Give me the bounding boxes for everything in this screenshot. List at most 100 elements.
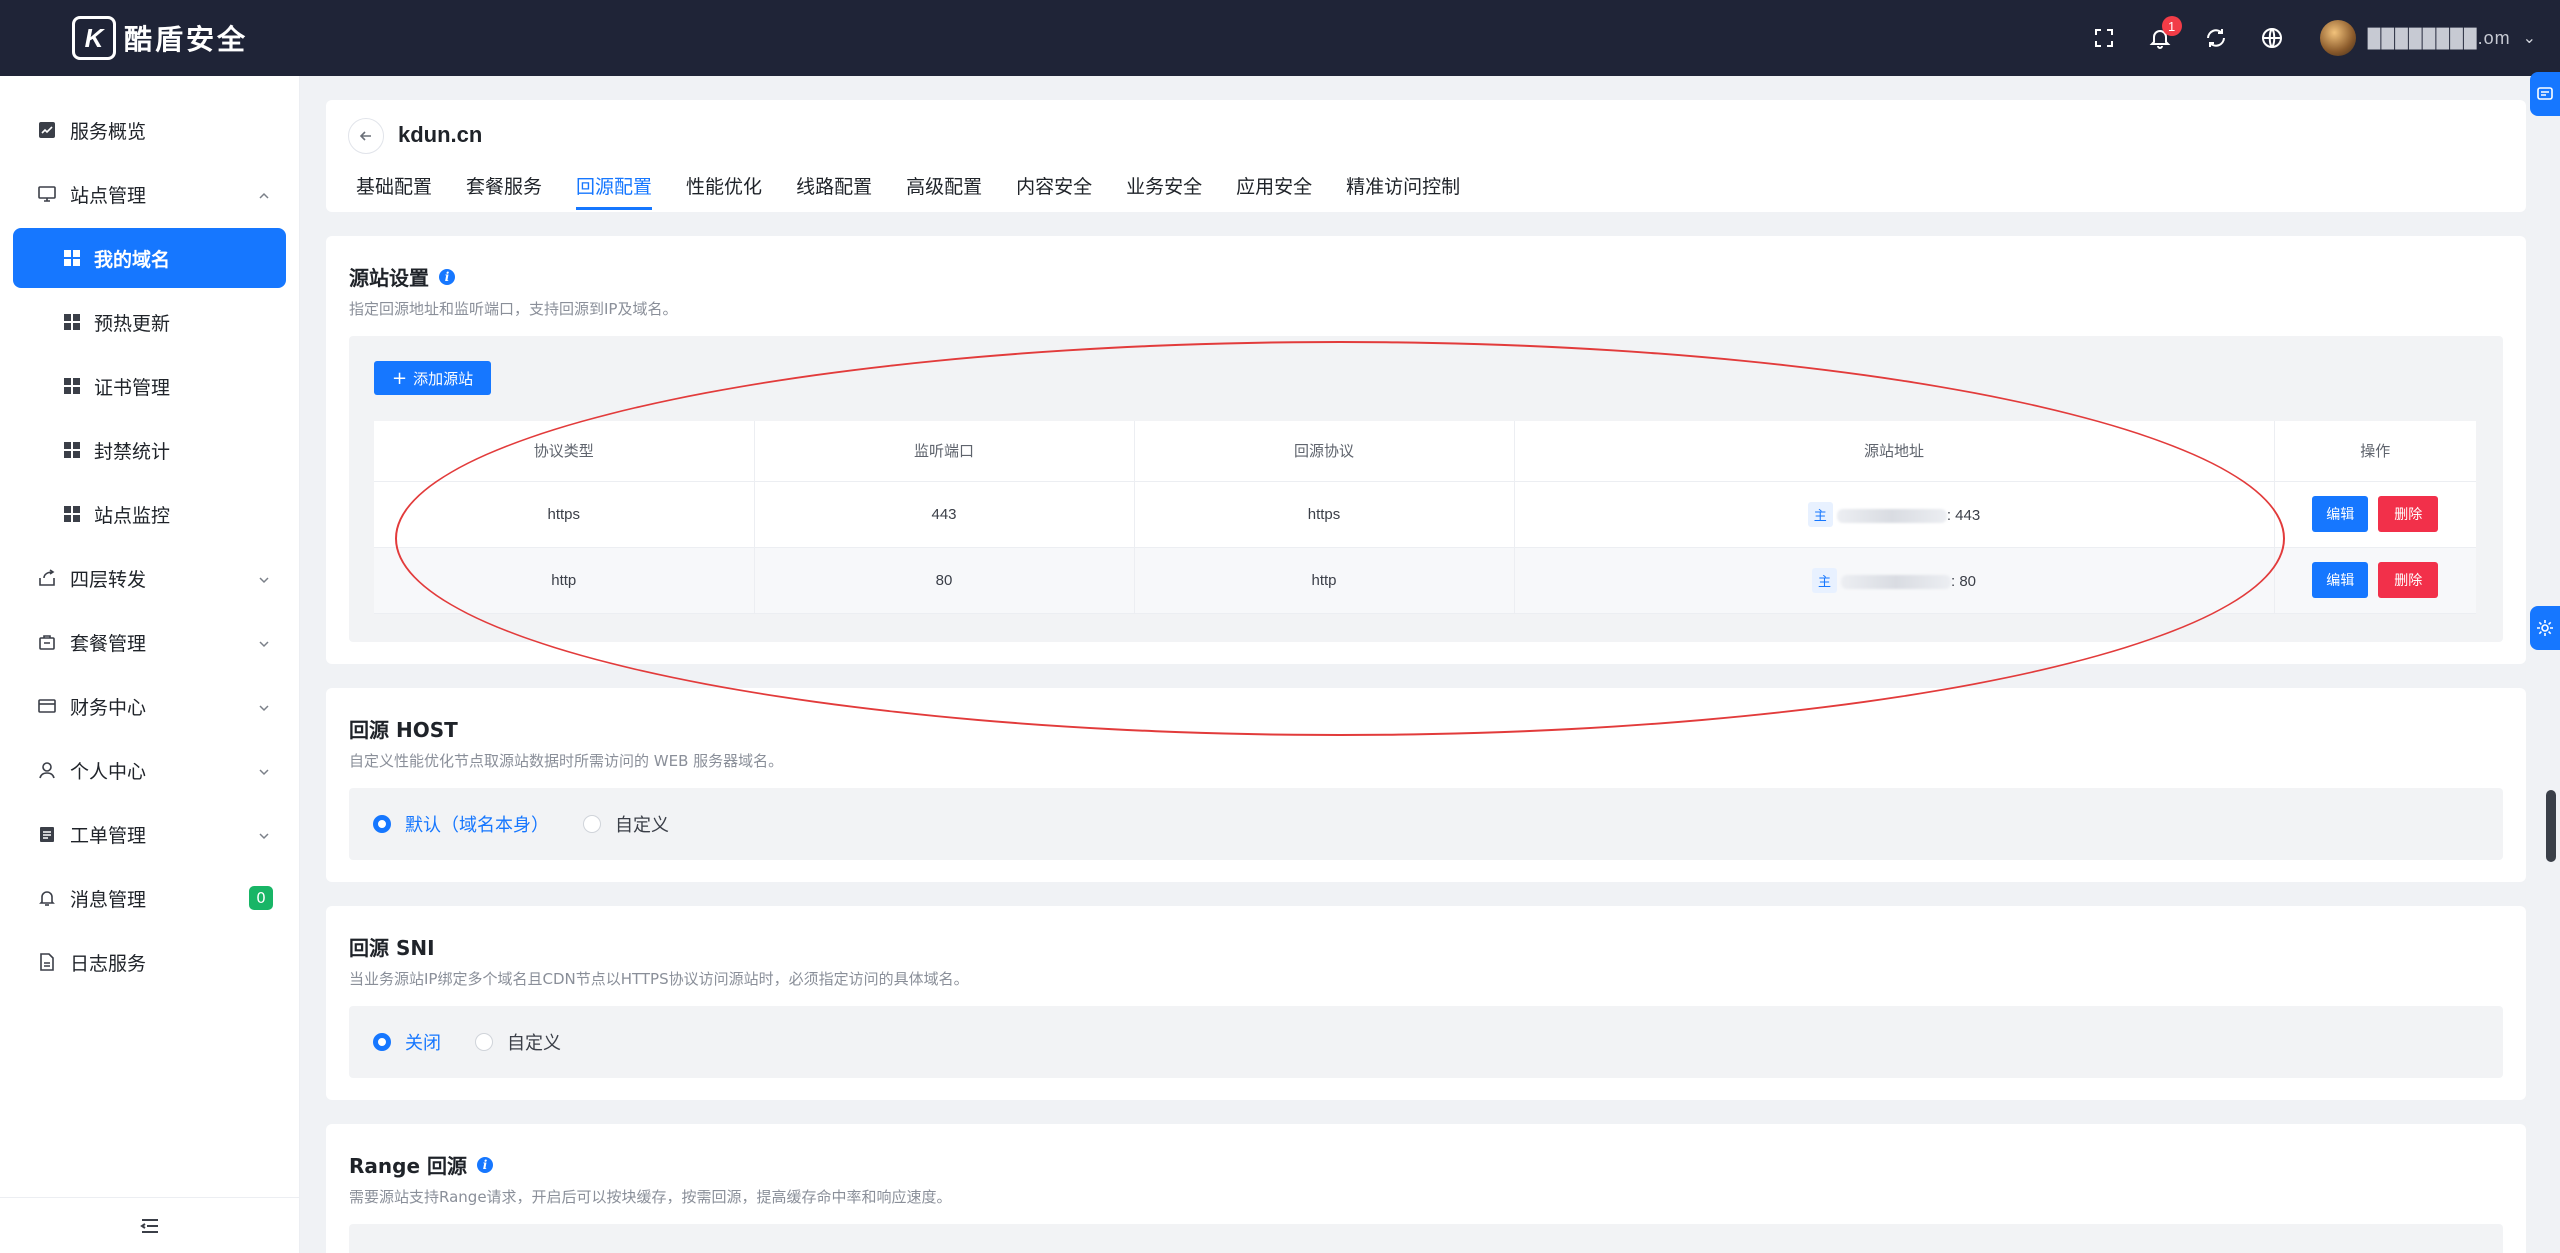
gear-icon [2537, 620, 2553, 636]
tab-content-security[interactable]: 内容安全 [1016, 172, 1092, 210]
refresh-icon[interactable] [2188, 0, 2244, 76]
sidebar-item-finance[interactable]: 财务中心 [0, 674, 299, 738]
chevron-down-icon [257, 762, 271, 776]
cell-protocol: https [374, 481, 755, 548]
tab-access-control[interactable]: 精准访问控制 [1346, 172, 1460, 210]
sidebar-item-my-domains[interactable]: 我的域名 [13, 228, 286, 288]
info-icon[interactable]: i [439, 268, 455, 285]
back-button[interactable] [348, 118, 384, 154]
clipboard-icon [38, 825, 56, 843]
sidebar-item-label: 个人中心 [70, 760, 147, 783]
bell-icon [38, 889, 56, 907]
message-count-badge: 0 [249, 886, 273, 910]
sidebar: 服务概览 站点管理 我的域名 预热更新 证书管理 封禁统计 站点监控 四层转发 … [0, 76, 300, 1253]
radio-unchecked-icon [475, 1033, 493, 1051]
delete-button[interactable]: 删除 [2378, 496, 2439, 532]
plus-icon: + [392, 367, 408, 389]
primary-tag: 主 [1811, 567, 1837, 593]
add-origin-button[interactable]: + 添加源站 [374, 361, 492, 395]
tab-package[interactable]: 套餐服务 [466, 172, 542, 210]
tab-advanced[interactable]: 高级配置 [906, 172, 982, 210]
cell-actions: 编辑 删除 [2274, 547, 2476, 614]
cell-back-protocol: https [1134, 481, 1515, 548]
sidebar-item-site-management[interactable]: 站点管理 [0, 162, 299, 226]
cell-protocol: http [374, 547, 755, 614]
grid-icon [64, 314, 80, 330]
col-back-protocol: 回源协议 [1134, 421, 1515, 482]
table-header-row: 协议类型 监听端口 回源协议 源站地址 操作 [374, 421, 2476, 482]
section-title: Range 回源 i [349, 1150, 493, 1179]
bell-icon[interactable]: 1 [2132, 0, 2188, 76]
edit-button[interactable]: 编辑 [2312, 562, 2369, 598]
sidebar-item-site-monitor[interactable]: 站点监控 [0, 482, 299, 546]
sidebar-item-messages[interactable]: 消息管理 0 [0, 866, 299, 930]
sidebar-item-packages[interactable]: 套餐管理 [0, 610, 299, 674]
float-chat-button[interactable] [2530, 72, 2560, 116]
sidebar-item-overview[interactable]: 服务概览 [0, 98, 299, 162]
col-port: 监听端口 [754, 421, 1135, 482]
sidebar-item-label: 站点管理 [70, 184, 147, 207]
sidebar-item-label: 四层转发 [70, 568, 147, 591]
fullscreen-icon[interactable] [2076, 0, 2132, 76]
top-header: K 酷盾安全 1 ████████.om ⌄ [0, 0, 2560, 76]
origin-settings-card: 源站设置 i 指定回源地址和监听端口，支持回源到IP及域名。 + 添加源站 协议… [326, 236, 2526, 664]
sni-custom-radio[interactable]: 自定义 [475, 1029, 561, 1055]
scrollbar[interactable] [2546, 790, 2556, 862]
sidebar-item-label: 工单管理 [70, 824, 147, 847]
host-default-radio[interactable]: 默认（域名本身） [373, 811, 549, 837]
tab-business-security[interactable]: 业务安全 [1126, 172, 1202, 210]
sni-off-radio[interactable]: 关闭 [373, 1029, 441, 1055]
user-menu[interactable]: ████████.om ⌄ [2319, 20, 2536, 56]
tab-app-security[interactable]: 应用安全 [1236, 172, 1312, 210]
tab-basic[interactable]: 基础配置 [356, 172, 432, 210]
sidebar-item-label: 消息管理 [70, 888, 147, 911]
edit-button[interactable]: 编辑 [2312, 496, 2369, 532]
grid-icon [64, 442, 80, 458]
arrow-left-icon [359, 131, 371, 141]
sidebar-item-tickets[interactable]: 工单管理 [0, 802, 299, 866]
origin-table: 协议类型 监听端口 回源协议 源站地址 操作 https 443 https 主… [374, 421, 2476, 614]
cell-port: 443 [754, 481, 1135, 548]
sidebar-item-l4-forward[interactable]: 四层转发 [0, 546, 299, 610]
sidebar-item-certificates[interactable]: 证书管理 [0, 354, 299, 418]
radio-checked-icon [373, 815, 391, 833]
cell-origin-address: 主: 443 [1514, 481, 2275, 548]
sidebar-item-label: 证书管理 [94, 376, 171, 399]
sidebar-item-personal[interactable]: 个人中心 [0, 738, 299, 802]
sidebar-item-logs[interactable]: 日志服务 [0, 930, 299, 994]
range-origin-card: Range 回源 i 需要源站支持Range请求，开启后可以按块缓存，按需回源，… [326, 1124, 2526, 1253]
collapse-sidebar-button[interactable] [0, 1197, 299, 1253]
info-icon[interactable]: i [476, 1156, 493, 1173]
sidebar-item-prefetch[interactable]: 预热更新 [0, 290, 299, 354]
primary-tag: 主 [1807, 501, 1833, 527]
globe-icon[interactable] [2244, 0, 2300, 76]
float-settings-button[interactable] [2530, 606, 2560, 650]
sidebar-item-label: 站点监控 [94, 504, 171, 527]
brand-logo[interactable]: K 酷盾安全 [72, 16, 248, 60]
sni-radio-group: 关闭 自定义 [349, 1006, 2503, 1078]
radio-label: 自定义 [507, 1033, 561, 1054]
chevron-down-icon [257, 698, 271, 712]
delete-button[interactable]: 删除 [2378, 562, 2439, 598]
card-icon [38, 697, 56, 715]
col-protocol: 协议类型 [374, 421, 755, 482]
avatar [2319, 20, 2356, 56]
log-file-icon [38, 953, 56, 971]
chevron-up-icon [257, 186, 271, 200]
tab-origin[interactable]: 回源配置 [576, 172, 653, 210]
sidebar-item-ban-stats[interactable]: 封禁统计 [0, 418, 299, 482]
origin-table-panel: + 添加源站 协议类型 监听端口 回源协议 源站地址 操作 https 443 … [349, 336, 2503, 642]
brand-name: 酷盾安全 [124, 23, 249, 56]
chevron-down-icon [257, 634, 271, 648]
section-title: 回源 SNI [349, 936, 435, 960]
host-custom-radio[interactable]: 自定义 [583, 811, 669, 837]
tab-routing[interactable]: 线路配置 [796, 172, 872, 210]
cell-origin-address: 主: 80 [1514, 547, 2275, 614]
chevron-down-icon: ⌄ [2522, 30, 2536, 47]
bag-icon [38, 633, 56, 651]
sidebar-item-label: 财务中心 [70, 696, 147, 719]
grid-icon [64, 378, 80, 394]
origin-sni-card: 回源 SNI 当业务源站IP绑定多个域名且CDN节点以HTTPS协议访问源站时，… [326, 906, 2526, 1100]
section-title: 回源 HOST [349, 718, 458, 742]
tab-performance[interactable]: 性能优化 [686, 172, 762, 210]
